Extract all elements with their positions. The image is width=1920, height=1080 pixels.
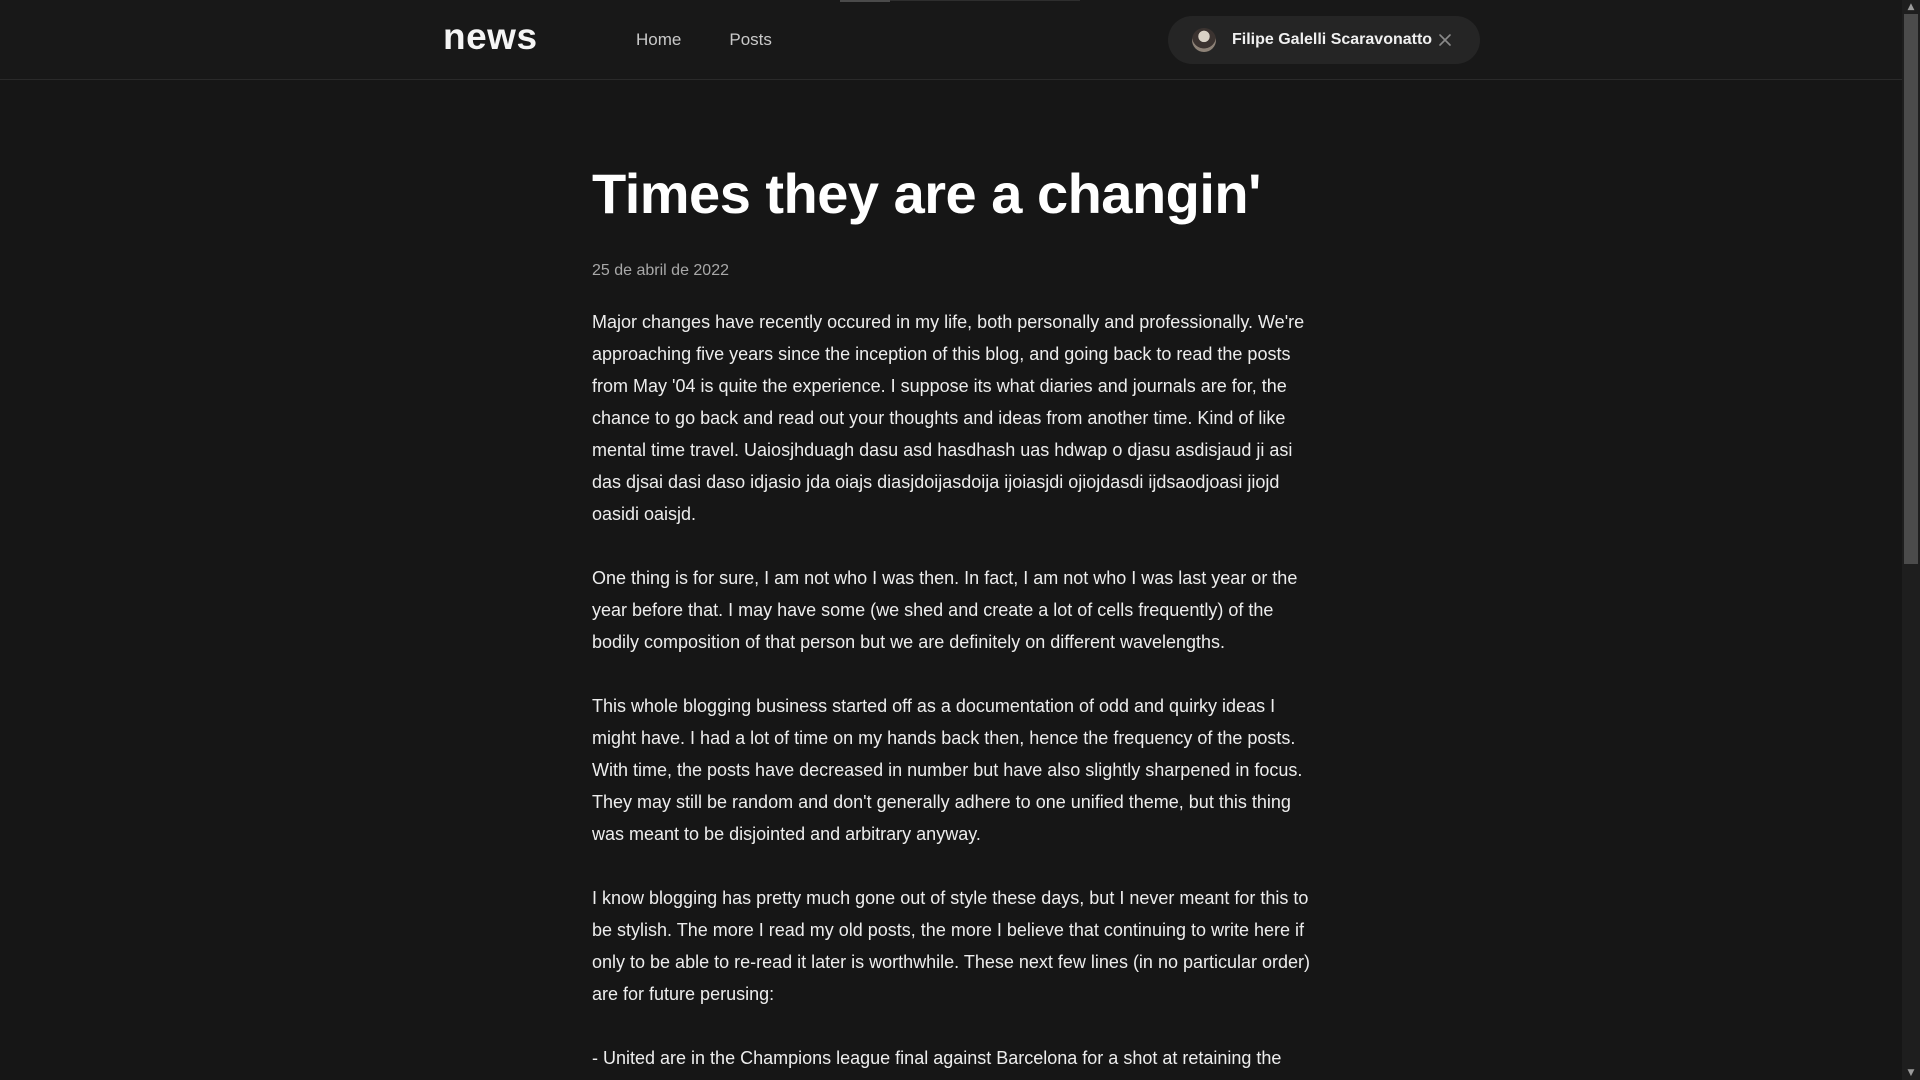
post-date: 25 de abril de 2022: [592, 262, 729, 279]
top-header: news Home Posts Filipe Galelli Scaravona…: [0, 0, 1902, 80]
loading-indicator: [840, 0, 890, 2]
scroll-down-arrow-icon[interactable]: ▼: [1906, 1068, 1916, 1078]
avatar: [1192, 28, 1216, 52]
scroll-up-arrow-icon[interactable]: ▲: [1906, 2, 1916, 12]
nav-posts-link[interactable]: Posts: [729, 30, 772, 50]
post-paragraph: I know blogging has pretty much gone out…: [592, 888, 1311, 1004]
post-paragraph: One thing is for sure, I am not who I wa…: [592, 568, 1298, 652]
close-icon[interactable]: [1436, 31, 1454, 49]
post-paragraph: This whole blogging business started off…: [592, 696, 1303, 844]
post-body: Major changes have recently occured in m…: [592, 306, 1312, 1074]
post-paragraph: Major changes have recently occured in m…: [592, 312, 1305, 524]
user-name: Filipe Galelli Scaravonatto: [1232, 31, 1433, 48]
scroll-thumb[interactable]: [1904, 14, 1918, 564]
loading-track: [890, 0, 1080, 1]
nav-home-link[interactable]: Home: [636, 30, 681, 50]
post-article: Times they are a changin' 25 de abril de…: [592, 160, 1312, 1074]
main-nav: Home Posts: [636, 30, 772, 50]
page-scrollbar[interactable]: ▲ ▼: [1902, 0, 1920, 1080]
user-chip[interactable]: Filipe Galelli Scaravonatto: [1168, 16, 1480, 64]
post-title: Times they are a changin': [592, 162, 1261, 225]
site-logo[interactable]: news: [443, 16, 538, 58]
post-paragraph: - United are in the Champions league fin…: [592, 1048, 1282, 1068]
